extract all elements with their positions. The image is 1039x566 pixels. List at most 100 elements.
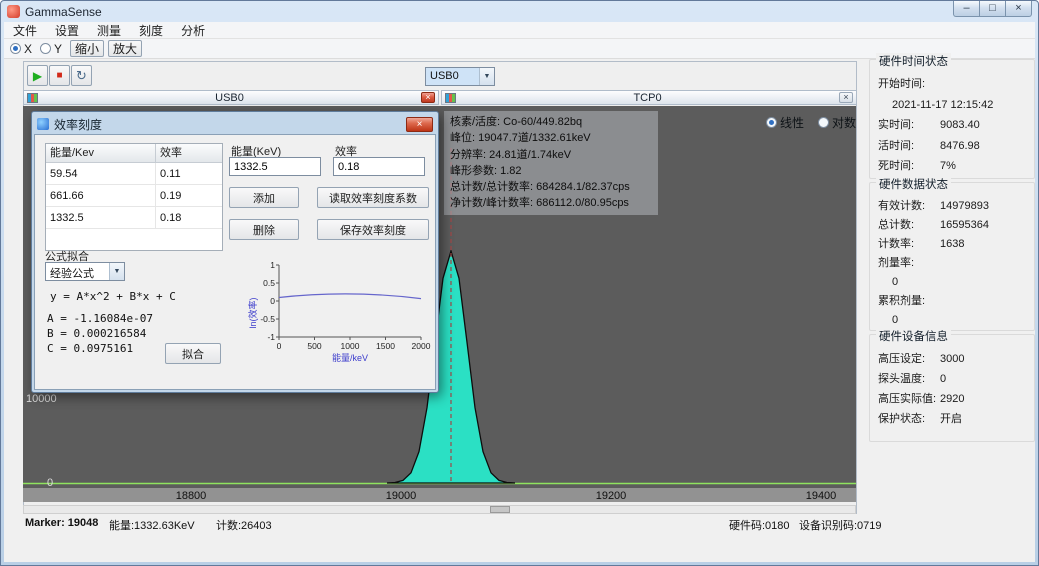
- chevron-down-icon[interactable]: ▼: [109, 263, 124, 280]
- x-tick-19000: 19000: [386, 490, 417, 502]
- hardware-time-title: 硬件时间状态: [876, 53, 951, 69]
- dose-rate-value-row: 0: [878, 273, 1026, 292]
- x-tick-18800: 18800: [176, 490, 207, 502]
- protection-status-row: 保护状态:开启: [878, 409, 1026, 429]
- window-controls: – □ ×: [954, 1, 1032, 17]
- fit-curve: [279, 294, 421, 299]
- marker-status: Marker: 19048: [25, 517, 98, 529]
- horizontal-scrollbar[interactable]: [23, 505, 856, 514]
- overlay-total-counts: 总计数/总计数率: 684284.1/82.37cps: [450, 179, 652, 195]
- tab-usb0-close-icon[interactable]: ×: [421, 92, 435, 103]
- energy-input[interactable]: [229, 157, 321, 176]
- tab-tcp0-label: TCP0: [456, 92, 839, 104]
- table-row[interactable]: 1332.5 0.18: [46, 207, 222, 229]
- live-time-row: 活时间:8476.98: [878, 136, 1026, 157]
- table-row[interactable]: 661.66 0.19: [46, 185, 222, 207]
- dialog-title: 效率刻度: [54, 116, 102, 133]
- status-bar: Marker: 19048 能量:1332.63KeV 计数:26403 硬件码…: [4, 517, 1035, 535]
- menu-file[interactable]: 文件: [4, 22, 46, 39]
- save-calibration-button[interactable]: 保存效率刻度: [317, 219, 429, 240]
- fit-x-tick: 0: [277, 341, 282, 351]
- y-axis-radio[interactable]: [40, 43, 51, 54]
- dead-time-row: 死时间:7%: [878, 156, 1026, 177]
- formula-combo-value: 经验公式: [46, 263, 109, 280]
- total-counts-row: 总计数:16595364: [878, 216, 1026, 235]
- add-button[interactable]: 添加: [229, 187, 299, 208]
- title-bar[interactable]: GammaSense: [1, 1, 1038, 22]
- fit-curve-chart: 1 0.5 0 -0.5 -1 0 500 1000 1500 2000 ln(…: [247, 257, 431, 372]
- real-time-row: 实时间:9083.40: [878, 115, 1026, 136]
- fit-y-tick: 1: [270, 260, 275, 270]
- refresh-button[interactable]: ↻: [71, 65, 92, 86]
- maximize-button[interactable]: □: [979, 1, 1006, 17]
- energy-column-header: 能量/Kev: [46, 144, 156, 163]
- hardware-code-status: 硬件码:0180: [729, 517, 790, 533]
- chevron-down-icon[interactable]: ▼: [479, 68, 494, 85]
- overlay-resolution: 分辨率: 24.81道/1.74keV: [450, 147, 652, 163]
- valid-counts-row: 有效计数:14979893: [878, 197, 1026, 216]
- hardware-device-title: 硬件设备信息: [876, 328, 951, 344]
- hardware-data-group: 硬件数据状态 有效计数:14979893 总计数:16595364 计数率:16…: [869, 182, 1035, 331]
- linear-scale-radio[interactable]: 线性: [766, 114, 804, 131]
- formula-combo[interactable]: 经验公式 ▼: [45, 262, 125, 281]
- menu-settings[interactable]: 设置: [46, 22, 88, 39]
- menu-analysis[interactable]: 分析: [172, 22, 214, 39]
- dialog-title-bar[interactable]: 效率刻度 ×: [34, 114, 436, 134]
- device-id-status: 设备识别码:0719: [799, 517, 882, 533]
- formula-text: y = A*x^2 + B*x + C: [50, 290, 176, 303]
- fit-y-tick: 0: [270, 296, 275, 306]
- fit-y-tick: 0.5: [263, 278, 275, 288]
- overlay-peak-shape: 峰形参数: 1.82: [450, 163, 652, 179]
- fit-x-tick: 1500: [376, 341, 395, 351]
- y-axis-label: Y: [54, 42, 62, 56]
- zoom-out-button[interactable]: 缩小: [70, 40, 104, 57]
- stop-acquisition-button[interactable]: ■: [49, 65, 70, 86]
- fit-button[interactable]: 拟合: [165, 343, 221, 364]
- dose-rate-row: 剂量率:: [878, 254, 1026, 273]
- hv-actual-row: 高压实际值:2920: [878, 389, 1026, 409]
- x-axis-radio[interactable]: [10, 43, 21, 54]
- tab-tcp0-close-icon[interactable]: ×: [839, 92, 853, 103]
- probe-temp-row: 探头温度:0: [878, 369, 1026, 389]
- tab-usb0[interactable]: USB0 ×: [23, 90, 439, 105]
- device-combo[interactable]: USB0 ▼: [425, 67, 495, 86]
- stop-icon: ■: [56, 70, 62, 81]
- minimize-button[interactable]: –: [953, 1, 980, 17]
- scrollbar-thumb[interactable]: [490, 506, 510, 513]
- dialog-close-button[interactable]: ×: [406, 117, 433, 132]
- zoom-in-button[interactable]: 放大: [108, 40, 142, 57]
- table-header-row: 能量/Kev 效率: [46, 144, 222, 163]
- fit-x-tick: 1000: [341, 341, 360, 351]
- table-row[interactable]: 59.54 0.11: [46, 163, 222, 185]
- hv-setting-row: 高压设定:3000: [878, 349, 1026, 369]
- menu-calibration[interactable]: 刻度: [130, 22, 172, 39]
- accumulated-dose-row: 累积剂量:: [878, 292, 1026, 311]
- radio-icon: [818, 117, 829, 128]
- x-tick-19200: 19200: [596, 490, 627, 502]
- read-coefficients-button[interactable]: 读取效率刻度系数: [317, 187, 429, 208]
- efficiency-input[interactable]: [333, 157, 425, 176]
- radio-icon: [766, 117, 777, 128]
- scale-mode-group: 线性 对数: [766, 114, 856, 131]
- energy-status: 能量:1332.63KeV: [109, 517, 195, 533]
- hardware-device-group: 硬件设备信息 高压设定:3000 探头温度:0 高压实际值:2920 保护状态:…: [869, 334, 1035, 442]
- tab-usb0-label: USB0: [38, 92, 421, 104]
- delete-button[interactable]: 删除: [229, 219, 299, 240]
- tab-tcp0[interactable]: TCP0 ×: [441, 90, 857, 105]
- close-button[interactable]: ×: [1005, 1, 1032, 17]
- calibration-table[interactable]: 能量/Kev 效率 59.54 0.11 661.66 0.19 1332.5 …: [45, 143, 223, 251]
- start-acquisition-button[interactable]: ▶: [27, 65, 48, 86]
- spectrum-icon: [445, 93, 456, 103]
- efficiency-calibration-dialog: 效率刻度 × 能量/Kev 效率 59.54 0.11 661.66 0.19 …: [31, 111, 439, 393]
- menu-measure[interactable]: 测量: [88, 22, 130, 39]
- y-axis-label-min: 0: [47, 477, 53, 489]
- menu-bar: 文件 设置 测量 刻度 分析: [4, 22, 1035, 39]
- coefficient-b: B = 0.000216584: [47, 327, 146, 340]
- counts-status: 计数:26403: [216, 517, 272, 533]
- dialog-icon: [37, 118, 49, 130]
- peak-info-overlay: 核素/活度: Co-60/449.82bq 峰位: 19047.7道/1332.…: [444, 111, 658, 215]
- fit-y-tick: -1: [267, 332, 275, 342]
- log-scale-radio[interactable]: 对数: [818, 114, 856, 131]
- app-icon: [7, 5, 20, 18]
- start-time-row: 开始时间:: [878, 74, 1026, 95]
